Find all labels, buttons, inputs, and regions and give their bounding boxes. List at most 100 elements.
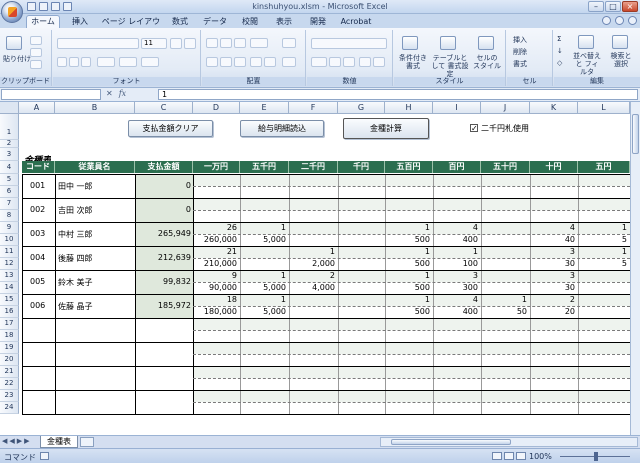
row-header-22[interactable]: 22 [0, 378, 19, 390]
vertical-scroll-thumb[interactable] [632, 114, 639, 154]
tab-review[interactable]: 校閲 [236, 16, 264, 28]
minimize-button[interactable]: – [588, 1, 604, 12]
close-button[interactable]: × [622, 1, 638, 12]
indent-decrease-icon[interactable] [250, 57, 262, 67]
save-icon[interactable] [27, 2, 36, 11]
shrink-font-icon[interactable] [184, 38, 196, 49]
ribbon-close-icon[interactable] [628, 16, 637, 25]
column-header-j[interactable]: J [481, 102, 530, 114]
grow-font-icon[interactable] [170, 38, 182, 49]
undo-icon[interactable] [39, 2, 48, 11]
cut-icon[interactable] [30, 36, 42, 45]
currency-icon[interactable] [311, 57, 327, 67]
row-header-11[interactable]: 11 [0, 246, 19, 258]
conditional-format-icon[interactable] [402, 36, 418, 50]
font-size-select[interactable]: 11 [141, 38, 167, 49]
font-color-icon[interactable] [141, 57, 159, 67]
first-sheet-icon[interactable]: ◀ [2, 437, 7, 445]
column-header-b[interactable]: B [55, 102, 135, 114]
next-sheet-icon[interactable]: ▶ [17, 437, 22, 445]
help-icon[interactable] [602, 16, 611, 25]
underline-icon[interactable] [81, 57, 91, 67]
align-middle-icon[interactable] [220, 38, 232, 48]
macro-record-icon[interactable] [40, 452, 49, 460]
row-header-17[interactable]: 17 [0, 318, 19, 330]
tab-insert[interactable]: 挿入 [66, 16, 94, 28]
copy-icon[interactable] [30, 48, 42, 57]
insert-sheet-icon[interactable] [80, 437, 94, 447]
tab-page-layout[interactable]: ページ レイアウト [100, 16, 162, 38]
page-layout-view-icon[interactable] [504, 452, 514, 460]
clear-payments-button[interactable]: 支払金額クリア [128, 120, 213, 137]
column-header-a[interactable]: A [19, 102, 55, 114]
row-header-16[interactable]: 16 [0, 306, 19, 318]
clear-icon[interactable]: ◇ [557, 59, 562, 67]
insert-cells-button[interactable]: 挿入 [513, 35, 527, 45]
column-header-i[interactable]: I [433, 102, 481, 114]
tab-view[interactable]: 表示 [270, 16, 298, 28]
format-painter-icon[interactable] [30, 60, 42, 69]
borders-icon[interactable] [97, 57, 115, 67]
fill-icon[interactable]: ↓ [557, 47, 563, 55]
font-name-select[interactable] [57, 38, 139, 49]
indent-increase-icon[interactable] [264, 57, 276, 67]
tab-acrobat[interactable]: Acrobat [338, 16, 374, 28]
vertical-scrollbar[interactable] [630, 102, 640, 435]
column-header-g[interactable]: G [338, 102, 385, 114]
paste-icon[interactable] [6, 36, 22, 50]
row-header-19[interactable]: 19 [0, 342, 19, 354]
row-header-3[interactable]: 3 [0, 148, 19, 161]
decimal-increase-icon[interactable] [359, 57, 371, 67]
orientation-icon[interactable] [250, 38, 268, 48]
select-all-corner[interactable] [0, 102, 19, 114]
row-header-8[interactable]: 8 [0, 210, 19, 222]
merge-center-icon[interactable] [282, 57, 296, 67]
office-button[interactable] [1, 1, 23, 23]
sheet-tab[interactable]: 金種表 [40, 436, 78, 448]
load-payslip-button[interactable]: 給与明細読込 [240, 120, 324, 137]
row-header-7[interactable]: 7 [0, 198, 19, 210]
row-header-2[interactable]: 2 [0, 140, 19, 148]
italic-icon[interactable] [69, 57, 79, 67]
row-header-1[interactable]: 1 [0, 114, 19, 140]
redo-icon[interactable] [51, 2, 60, 11]
tab-data[interactable]: データ [200, 16, 230, 28]
maximize-button[interactable]: □ [605, 1, 621, 12]
row-header-9[interactable]: 9 [0, 222, 19, 234]
ribbon-minimize-icon[interactable] [615, 16, 624, 25]
row-header-15[interactable]: 15 [0, 294, 19, 306]
row-header-10[interactable]: 10 [0, 234, 19, 246]
tab-formulas[interactable]: 数式 [166, 16, 194, 28]
two-thousand-yen-checkbox[interactable]: ✓ [470, 124, 478, 133]
zoom-slider-knob[interactable] [594, 452, 598, 461]
autosum-icon[interactable]: Σ [557, 35, 561, 43]
calculate-denominations-button[interactable]: 金種計算 [343, 118, 429, 139]
bold-icon[interactable] [57, 57, 67, 67]
find-select-icon[interactable] [612, 35, 628, 49]
align-right-icon[interactable] [234, 57, 246, 67]
wrap-text-icon[interactable] [282, 38, 296, 48]
decimal-decrease-icon[interactable] [373, 57, 385, 67]
percent-icon[interactable] [329, 57, 341, 67]
horizontal-scrollbar[interactable] [380, 437, 638, 447]
worksheet-grid[interactable]: A B C D E F G H I J K L 1 2 3 4 5 6 7 8 9 10 11 12 13 14 15 16 17 18 1… [0, 102, 640, 435]
comma-icon[interactable] [343, 57, 355, 67]
format-cells-button[interactable]: 書式 [513, 59, 527, 69]
normal-view-icon[interactable] [492, 452, 502, 460]
horizontal-scroll-thumb[interactable] [391, 439, 511, 445]
column-header-h[interactable]: H [385, 102, 433, 114]
row-header-18[interactable]: 18 [0, 330, 19, 342]
row-header-4[interactable]: 4 [0, 161, 19, 174]
fill-color-icon[interactable] [119, 57, 137, 67]
fx-icon[interactable]: fx [119, 89, 126, 98]
row-header-14[interactable]: 14 [0, 282, 19, 294]
sort-filter-icon[interactable] [578, 35, 594, 49]
zoom-level[interactable]: 100% [529, 452, 552, 461]
cancel-icon[interactable]: ✕ [106, 89, 113, 98]
name-box[interactable] [1, 89, 101, 100]
column-header-f[interactable]: F [289, 102, 338, 114]
last-sheet-icon[interactable]: ▶ [24, 437, 29, 445]
tab-developer[interactable]: 開発 [304, 16, 332, 28]
column-header-e[interactable]: E [240, 102, 289, 114]
align-bottom-icon[interactable] [234, 38, 246, 48]
